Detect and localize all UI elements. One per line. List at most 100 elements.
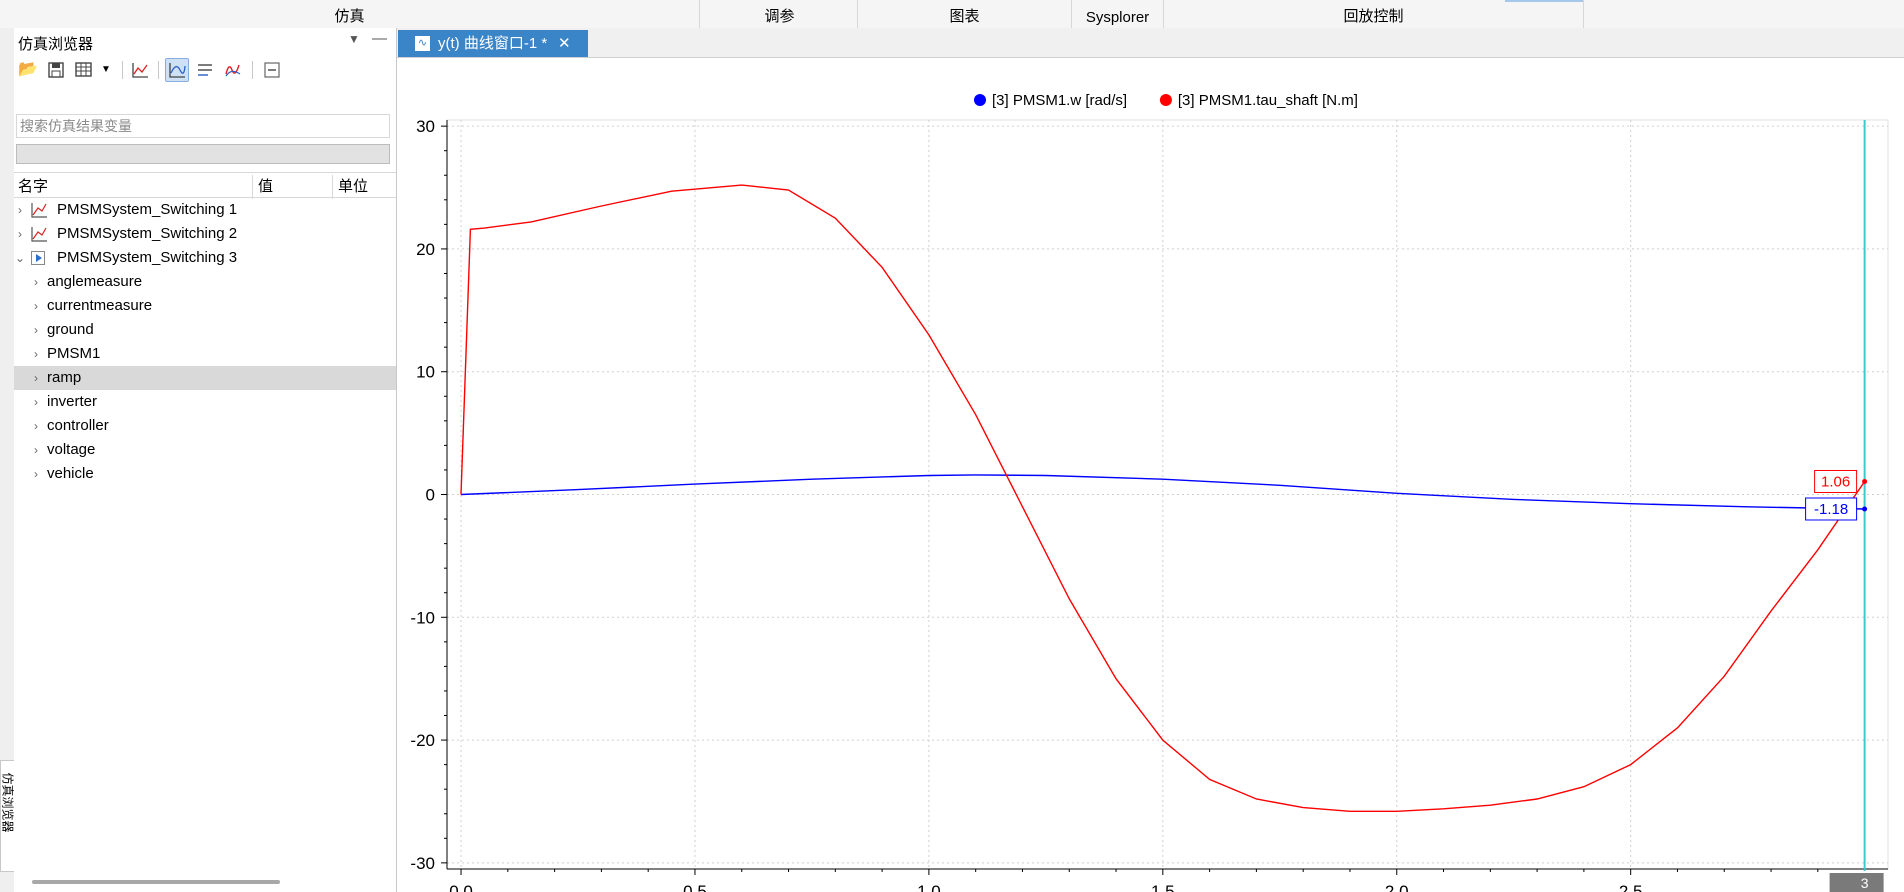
column-name[interactable]: 名字 — [18, 175, 48, 196]
legend-swatch — [974, 94, 986, 106]
tree-item-inverter[interactable]: › inverter — [14, 390, 396, 414]
tree-item-voltage[interactable]: › voltage — [14, 438, 396, 462]
x-tick-label: 0.0 — [449, 882, 473, 892]
chevron-right-icon[interactable]: › — [30, 318, 42, 342]
tree-item-vehicle[interactable]: › vehicle — [14, 462, 396, 486]
chevron-right-icon[interactable]: › — [30, 270, 42, 294]
y-tick-label: -10 — [410, 608, 435, 627]
chevron-right-icon[interactable]: › — [14, 222, 26, 246]
yt-curve-chart[interactable]: -30 -20 -10 0 10 20 30 0.0 0.5 1.0 1.5 2.0 2.5 [3] P… — [397, 57, 1904, 892]
y-tick-label: -30 — [410, 854, 435, 873]
ribbon-tab-label: 图表 — [949, 8, 980, 25]
legend-label: [3] PMSM1.w [rad/s] — [992, 92, 1127, 109]
plot-window-tab[interactable]: ∿ y(t) 曲线窗口-1 * ✕ — [398, 30, 588, 57]
tree-item-label: voltage — [47, 441, 96, 458]
table-icon[interactable] — [72, 58, 96, 82]
tree-item-label: anglemeasure — [47, 273, 143, 290]
toolbar-separator — [252, 61, 253, 79]
curve-mode-icon[interactable] — [165, 58, 189, 82]
ribbon-tab-simulation[interactable]: 仿真 — [0, 0, 700, 28]
waveform-icon[interactable] — [221, 58, 245, 82]
horizontal-scrollbar[interactable] — [32, 880, 280, 884]
ribbon-tab-chart[interactable]: 图表 — [858, 0, 1072, 28]
ribbon-tab-replay-control[interactable]: 回放控制 — [1164, 0, 1584, 28]
ribbon-bar: 仿真 调参 图表 Sysplorer 回放控制 — [0, 0, 1904, 29]
column-separator[interactable] — [332, 175, 333, 199]
cursor-value-box — [1829, 873, 1884, 892]
tree-item-currentmeasure[interactable]: › currentmeasure — [14, 294, 396, 318]
series-end-marker — [1862, 478, 1868, 484]
tree-item-ramp[interactable]: › ramp — [14, 366, 396, 390]
chevron-right-icon[interactable]: › — [30, 462, 42, 486]
tree-item-label: PMSMSystem_Switching 2 — [57, 225, 238, 242]
cursor-value-label: 3 — [1861, 875, 1869, 891]
ribbon-tab-label: 调参 — [764, 8, 795, 25]
list-curves-icon[interactable] — [193, 58, 217, 82]
chevron-right-icon[interactable]: › — [30, 366, 42, 390]
column-separator[interactable] — [252, 175, 253, 199]
tree-item-result-2[interactable]: › PMSMSystem_Switching 2 — [14, 222, 396, 246]
column-unit[interactable]: 单位 — [338, 175, 368, 196]
ribbon-tab-sysplorer[interactable]: Sysplorer — [1072, 0, 1164, 28]
chevron-right-icon[interactable]: › — [30, 390, 42, 414]
dropdown-arrow-icon[interactable]: ▼ — [94, 58, 118, 82]
x-tick-label: 1.0 — [917, 882, 941, 892]
tree-item-label: currentmeasure — [47, 297, 153, 314]
chevron-right-icon[interactable]: › — [14, 198, 26, 222]
tree-item-label: controller — [47, 417, 109, 434]
plot-window: ∿ y(t) 曲线窗口-1 * ✕ -30 -20 -10 0 10 20 30 0.0 0.5… — [397, 28, 1904, 892]
chevron-right-icon[interactable]: › — [30, 438, 42, 462]
toolbar-separator — [122, 61, 123, 79]
close-icon[interactable]: ✕ — [558, 30, 571, 57]
chevron-right-icon[interactable]: › — [30, 342, 42, 366]
tree-item-controller[interactable]: › controller — [14, 414, 396, 438]
tree-item-label: PMSM1 — [47, 345, 101, 362]
tree-item-ground[interactable]: › ground — [14, 318, 396, 342]
tree-item-result-3[interactable]: ⌄ PMSMSystem_Switching 3 — [14, 246, 396, 270]
result-tree: › PMSMSystem_Switching 1 › PMSMSystem_Sw… — [14, 198, 396, 486]
chart-grid — [446, 119, 1889, 870]
ribbon-accent — [1505, 0, 1583, 2]
tree-item-pmsm1[interactable]: › PMSM1 — [14, 342, 396, 366]
toolbar-separator — [158, 61, 159, 79]
y-tick-label: 0 — [426, 486, 435, 505]
series-end-marker — [1862, 506, 1868, 512]
active-result-icon — [30, 250, 48, 266]
tree-item-label: ground — [47, 321, 94, 338]
tree-item-result-1[interactable]: › PMSMSystem_Switching 1 — [14, 198, 396, 222]
plot-curve-icon[interactable] — [128, 58, 152, 82]
chart-legend: [3] PMSM1.w [rad/s] [3] PMSM1.tau_shaft [… — [974, 92, 1358, 109]
left-dock-strip: 仿真浏览器 — [0, 28, 15, 892]
series-end-label: -1.18 — [1814, 501, 1848, 518]
column-value[interactable]: 值 — [258, 175, 273, 196]
ribbon-tab-label: 仿真 — [334, 8, 365, 25]
ribbon-tab-label: Sysplorer — [1085, 9, 1150, 26]
variable-search-input[interactable] — [16, 114, 390, 138]
y-tick-label: -20 — [410, 731, 435, 750]
tree-item-label: inverter — [47, 393, 98, 410]
curve-window-icon: ∿ — [415, 36, 430, 51]
y-tick-label: 10 — [416, 363, 435, 382]
ribbon-tab-tuning[interactable]: 调参 — [702, 0, 858, 28]
collapse-all-icon[interactable] — [260, 58, 284, 82]
plot-tab-label: y(t) 曲线窗口-1 * — [438, 35, 548, 52]
panel-menu-icon[interactable]: ▼ — [348, 32, 360, 46]
legend-label: [3] PMSM1.tau_shaft [N.m] — [1178, 92, 1358, 109]
plot-result-icon — [30, 202, 48, 218]
save-icon[interactable] — [44, 58, 68, 82]
open-folder-icon[interactable]: 📂 — [16, 58, 40, 82]
x-tick-label: 0.5 — [683, 882, 707, 892]
chevron-right-icon[interactable]: › — [30, 414, 42, 438]
panel-minimize-icon[interactable]: — — [372, 30, 387, 47]
chevron-right-icon[interactable]: › — [30, 294, 42, 318]
side-tab-sim-browser[interactable]: 仿真浏览器 — [0, 760, 15, 872]
tree-item-anglemeasure[interactable]: › anglemeasure — [14, 270, 396, 294]
panel-title: 仿真浏览器 — [18, 36, 94, 53]
tree-item-label: PMSMSystem_Switching 1 — [57, 201, 238, 218]
chevron-down-icon[interactable]: ⌄ — [14, 246, 26, 270]
tree-item-label: ramp — [47, 369, 82, 386]
x-tick-label: 2.0 — [1385, 882, 1409, 892]
progress-bar — [16, 144, 390, 164]
tree-item-label: PMSMSystem_Switching 3 — [57, 249, 238, 266]
plot-tab-bar: ∿ y(t) 曲线窗口-1 * ✕ — [397, 28, 1904, 58]
